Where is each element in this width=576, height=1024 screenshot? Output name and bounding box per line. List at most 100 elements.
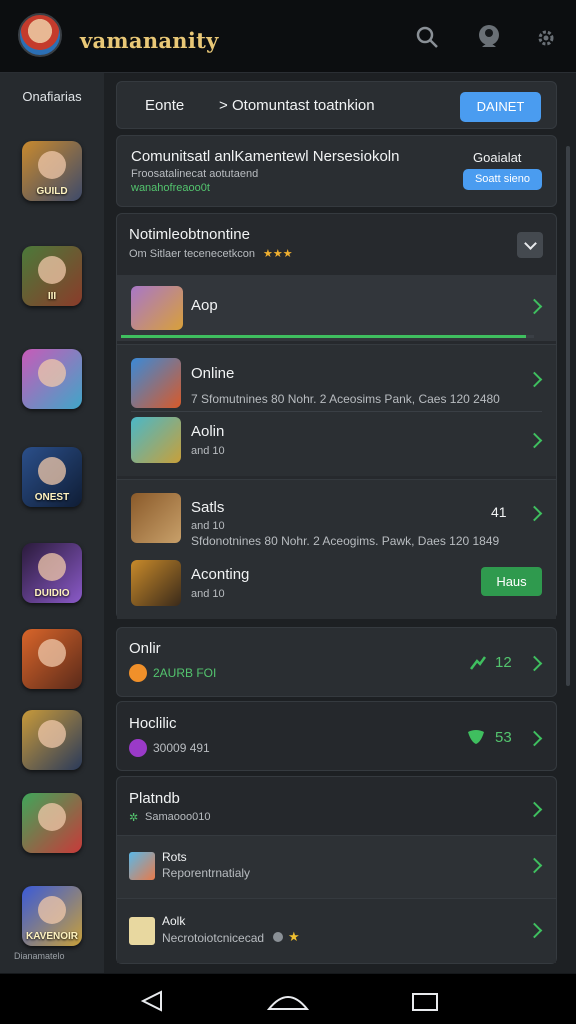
item-thumbnail [131, 493, 181, 543]
summary-title: Comunitsatl anlKamentewl Nersesiokoln [131, 148, 400, 165]
primary-action-button[interactable]: DAINET [460, 92, 541, 122]
sidebar-game-thumb[interactable]: KAVENOIR [22, 886, 82, 946]
sparkle-icon: ✲ [129, 812, 139, 824]
sidebar: Onafiarias GUILD III ONEST DUIDIO KAVENOIR D… [0, 73, 104, 973]
notifications-subtitle: Om Sitlaer tecenecetkcon [129, 248, 255, 260]
list-item[interactable]: Rots Reporentrnatialy [117, 835, 556, 898]
summary-subtitle: Froosatalinecat aotutaend [131, 168, 259, 180]
sidebar-game-label: III [47, 291, 57, 302]
settings-icon[interactable] [534, 26, 558, 50]
chevron-right-icon[interactable] [526, 505, 543, 522]
item-thumbnail [131, 560, 181, 606]
section-card[interactable]: Hoclilic 30009 491 53 [116, 701, 557, 771]
character-face [38, 896, 66, 924]
chevron-right-icon [526, 857, 543, 874]
sidebar-game-thumb[interactable]: ONEST [22, 447, 82, 507]
section-meta: 30009 491 [153, 741, 210, 755]
character-face [38, 720, 66, 748]
item-title[interactable]: Aolin [191, 423, 224, 440]
item-thumbnail [129, 917, 155, 945]
section-card: Platndb ✲ Samaooo010 Rots Reporentrnatia… [116, 776, 557, 964]
section-meta: 2AURB FOI [153, 666, 217, 680]
summary-right-label: Goaialat [473, 150, 522, 165]
account-icon[interactable] [474, 22, 504, 52]
item-action-button[interactable]: Haus [481, 567, 542, 596]
section-meta: Samaooo010 [145, 811, 211, 823]
character-face [38, 803, 66, 831]
section-title: Onlir [129, 640, 161, 657]
chevron-right-icon[interactable] [526, 801, 543, 818]
rating-stars: ★★★ [263, 248, 293, 260]
chevron-down-icon [524, 237, 537, 250]
list-item-title: Rots [162, 850, 187, 864]
list-item[interactable]: Aolk Necrotoiotcnicecad ★ [117, 898, 556, 963]
item-thumbnail [131, 286, 183, 330]
sidebar-game-label: KAVENOIR [25, 931, 79, 942]
notifications-title: Notimleobtnontine [129, 226, 250, 243]
system-navbar [0, 974, 576, 1024]
item-title[interactable]: Online [191, 365, 234, 382]
item-meta: and 10 [191, 445, 225, 457]
sidebar-game-thumb[interactable]: GUILD [22, 141, 82, 201]
scrollbar[interactable] [566, 146, 570, 686]
notification-item[interactable]: Aop [117, 275, 556, 341]
sidebar-game-thumb[interactable] [22, 629, 82, 689]
recents-icon[interactable] [411, 992, 439, 1012]
section-title[interactable]: Platndb [129, 790, 180, 807]
coin-icon [129, 664, 147, 682]
character-face [38, 359, 66, 387]
shield-icon [468, 730, 484, 744]
list-item-meta: Reporentrnatialy [162, 866, 251, 880]
user-avatar[interactable] [18, 13, 62, 57]
item-thumbnail [131, 358, 181, 408]
back-icon[interactable] [139, 990, 165, 1012]
section-title: Hoclilic [129, 715, 177, 732]
chevron-right-icon[interactable] [526, 371, 543, 388]
summary-card: Comunitsatl anlKamentewl Nersesiokoln Fr… [116, 135, 557, 207]
chevron-right-icon[interactable] [526, 432, 543, 449]
section-count: 12 [495, 654, 512, 671]
summary-action-button[interactable]: Soatt sieno [463, 169, 542, 190]
list-item-title: Aolk [162, 914, 186, 928]
chevron-right-icon [526, 298, 543, 315]
breadcrumb-separator: > [219, 97, 228, 114]
section-card[interactable]: Onlir 2AURB FOI 12 [116, 627, 557, 697]
collapse-button[interactable] [517, 232, 543, 258]
sidebar-title: Onafiarias [22, 89, 82, 104]
trend-icon [470, 656, 487, 670]
progress-fill [121, 335, 526, 338]
gem-icon [129, 739, 147, 757]
divider [131, 411, 542, 412]
item-title[interactable]: Aconting [191, 566, 249, 583]
sidebar-game-label: ONEST [34, 492, 70, 503]
home-icon[interactable] [267, 991, 309, 1011]
breadcrumb: Eonte > Otomuntast toatnkion DAINET [116, 81, 557, 129]
dot-icon [273, 932, 283, 942]
item-meta: 7 Sfomutnines 80 Nohr. 2 Aceosims Pank, … [191, 392, 500, 406]
item-badge: 41 [491, 504, 507, 520]
summary-subtitle-2: wanahofreaoo0t [131, 182, 210, 194]
progress-track [121, 335, 534, 338]
sidebar-footer: Dianamatelo [14, 951, 65, 961]
sidebar-game-thumb[interactable] [22, 793, 82, 853]
main-content: Eonte > Otomuntast toatnkion DAINET Comu… [104, 73, 576, 973]
app-title: vamananity [80, 28, 219, 53]
item-meta: and 10 [191, 588, 225, 600]
character-face [38, 256, 66, 284]
sidebar-game-thumb[interactable]: III [22, 246, 82, 306]
sidebar-game-thumb[interactable] [22, 349, 82, 409]
notifications-panel: Notimleobtnontine Om Sitlaer tecenecetkc… [116, 213, 557, 619]
item-title[interactable]: Satls [191, 499, 224, 516]
item-thumbnail [131, 417, 181, 463]
star-icon: ★ [288, 929, 300, 944]
notification-group: Online 7 Sfomutnines 80 Nohr. 2 Aceosims… [117, 344, 556, 476]
notification-group: Satls and 10 Sfdonotnines 80 Nohr. 2 Ace… [117, 479, 556, 619]
item-meta: and 10 [191, 520, 225, 532]
app-header: vamananity [0, 0, 576, 73]
character-face [38, 553, 66, 581]
sidebar-game-thumb[interactable]: DUIDIO [22, 543, 82, 603]
breadcrumb-second[interactable]: Otomuntast toatnkion [232, 97, 375, 114]
search-icon[interactable] [414, 24, 440, 50]
breadcrumb-first[interactable]: Eonte [145, 97, 184, 114]
sidebar-game-thumb[interactable] [22, 710, 82, 770]
